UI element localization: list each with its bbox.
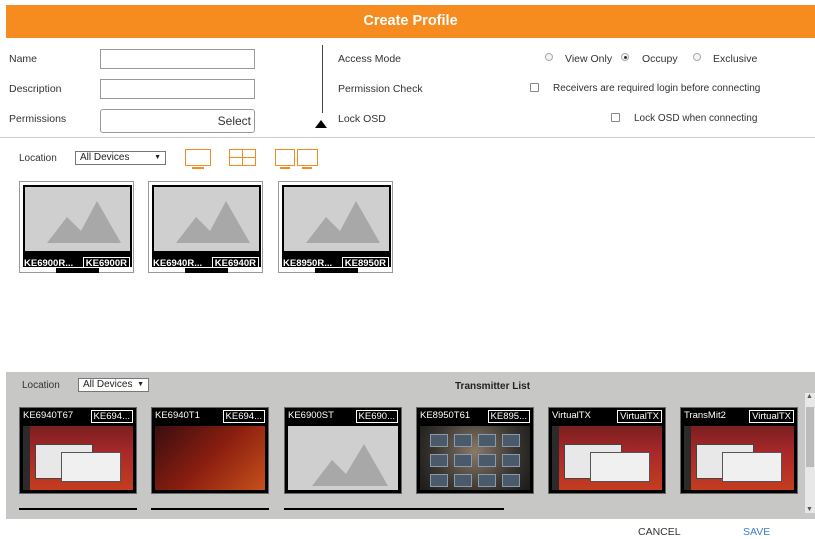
transmitter-name: VirtualTX	[552, 410, 591, 421]
transmitter-location-label: Location	[22, 380, 60, 391]
vertical-divider	[322, 45, 323, 113]
receiver-tile[interactable]: KE6940R... KE6940R	[148, 181, 263, 273]
create-profile-dialog: Create Profile Name Description Permissi…	[0, 0, 815, 539]
scrollbar-thumb[interactable]	[806, 407, 814, 467]
image-placeholder-icon	[306, 201, 380, 243]
name-label: Name	[9, 53, 38, 65]
transmitter-preview	[420, 426, 530, 490]
transmitter-name: KE6940T67	[23, 410, 74, 421]
chevron-down-icon: ▼	[154, 154, 161, 161]
transmitter-name: KE6940T1	[155, 410, 200, 421]
transmitter-tile[interactable]: KE8950T61 KE895...	[416, 407, 534, 494]
lock-osd-text: Lock OSD when connecting	[634, 113, 758, 124]
collapse-up-icon[interactable]	[315, 120, 327, 128]
transmitter-tile[interactable]: KE6940T67 KE694...	[19, 407, 137, 494]
monitor-stand	[56, 268, 99, 273]
transmitter-list-title: Transmitter List	[455, 381, 531, 392]
description-field[interactable]	[100, 79, 255, 99]
permissions-select-button[interactable]: Select	[100, 109, 255, 133]
transmitter-name: TransMit2	[684, 410, 726, 421]
monitor-stand	[315, 268, 358, 273]
single-view-layout-icon[interactable]	[185, 149, 211, 169]
transmitter-badge: KE690...	[355, 410, 398, 423]
radio-occupy[interactable]	[621, 53, 629, 61]
description-label: Description	[9, 83, 62, 95]
transmitter-tile[interactable]: KE6900ST KE690...	[284, 407, 402, 494]
transmitter-tile[interactable]: KE6940T1 KE694...	[151, 407, 269, 494]
transmitter-tile-partial[interactable]	[19, 508, 137, 520]
transmitter-badge: KE694...	[90, 410, 133, 423]
transmitter-badge: VirtualTX	[749, 410, 794, 423]
save-button[interactable]: SAVE	[743, 526, 770, 538]
transmitter-preview	[288, 426, 398, 490]
access-mode-label: Access Mode	[338, 53, 402, 65]
receiver-location-value: All Devices	[80, 152, 130, 163]
chevron-down-icon: ▼	[137, 381, 144, 388]
cancel-button[interactable]: CANCEL	[638, 526, 681, 538]
radio-exclusive[interactable]	[693, 53, 701, 61]
transmitter-badge: KE895...	[487, 410, 530, 423]
image-placeholder-icon	[47, 201, 121, 243]
transmitter-location-dropdown[interactable]: All Devices ▼	[78, 378, 149, 392]
transmitter-preview	[155, 426, 265, 490]
dialog-title: Create Profile	[6, 5, 815, 38]
transmitter-name: KE6900ST	[288, 410, 334, 421]
name-field[interactable]	[100, 49, 255, 69]
receiver-location-dropdown[interactable]: All Devices ▼	[75, 151, 166, 165]
transmitter-preview	[552, 426, 662, 490]
lock-osd-label: Lock OSD	[338, 113, 386, 125]
receiver-tile[interactable]: KE6900R... KE6900R	[19, 181, 134, 273]
transmitter-badge: KE694...	[222, 410, 265, 423]
scroll-down-icon[interactable]: ▼	[806, 506, 813, 513]
monitor-stand	[185, 268, 228, 273]
exclusive-label: Exclusive	[713, 53, 758, 65]
transmitter-preview	[684, 426, 794, 490]
transmitter-tile[interactable]: TransMit2 VirtualTX	[680, 407, 798, 494]
lock-osd-checkbox[interactable]	[611, 113, 620, 122]
image-placeholder-icon	[176, 201, 250, 243]
permission-check-checkbox[interactable]	[530, 83, 539, 92]
dual-view-layout-right-icon[interactable]	[297, 149, 318, 169]
transmitter-scrollbar[interactable]: ▲ ▼	[805, 393, 815, 513]
receiver-location-label: Location	[19, 153, 57, 164]
transmitter-tile-partial[interactable]	[284, 508, 402, 520]
permission-check-text: Receivers are required login before conn…	[553, 83, 761, 94]
transmitter-badge: VirtualTX	[617, 410, 662, 423]
dual-view-layout-left-icon[interactable]	[275, 149, 295, 169]
radio-view-only[interactable]	[545, 53, 553, 61]
permissions-label: Permissions	[9, 113, 67, 125]
section-divider	[0, 137, 815, 138]
transmitter-location-value: All Devices	[83, 379, 133, 390]
quad-view-layout-icon[interactable]	[229, 149, 256, 166]
transmitter-tile[interactable]: VirtualTX VirtualTX	[548, 407, 666, 494]
transmitter-name: KE8950T61	[420, 410, 471, 421]
scroll-up-icon[interactable]: ▲	[806, 393, 813, 400]
permission-check-label: Permission Check	[338, 83, 423, 95]
transmitter-tile-partial[interactable]	[386, 508, 504, 520]
transmitter-tile-partial[interactable]	[151, 508, 269, 520]
view-only-label: View Only	[565, 53, 613, 65]
occupy-label: Occupy	[642, 53, 678, 65]
transmitter-preview	[23, 426, 133, 490]
image-placeholder-icon	[312, 444, 388, 486]
receiver-tile[interactable]: KE8950R... KE8950R	[278, 181, 393, 273]
